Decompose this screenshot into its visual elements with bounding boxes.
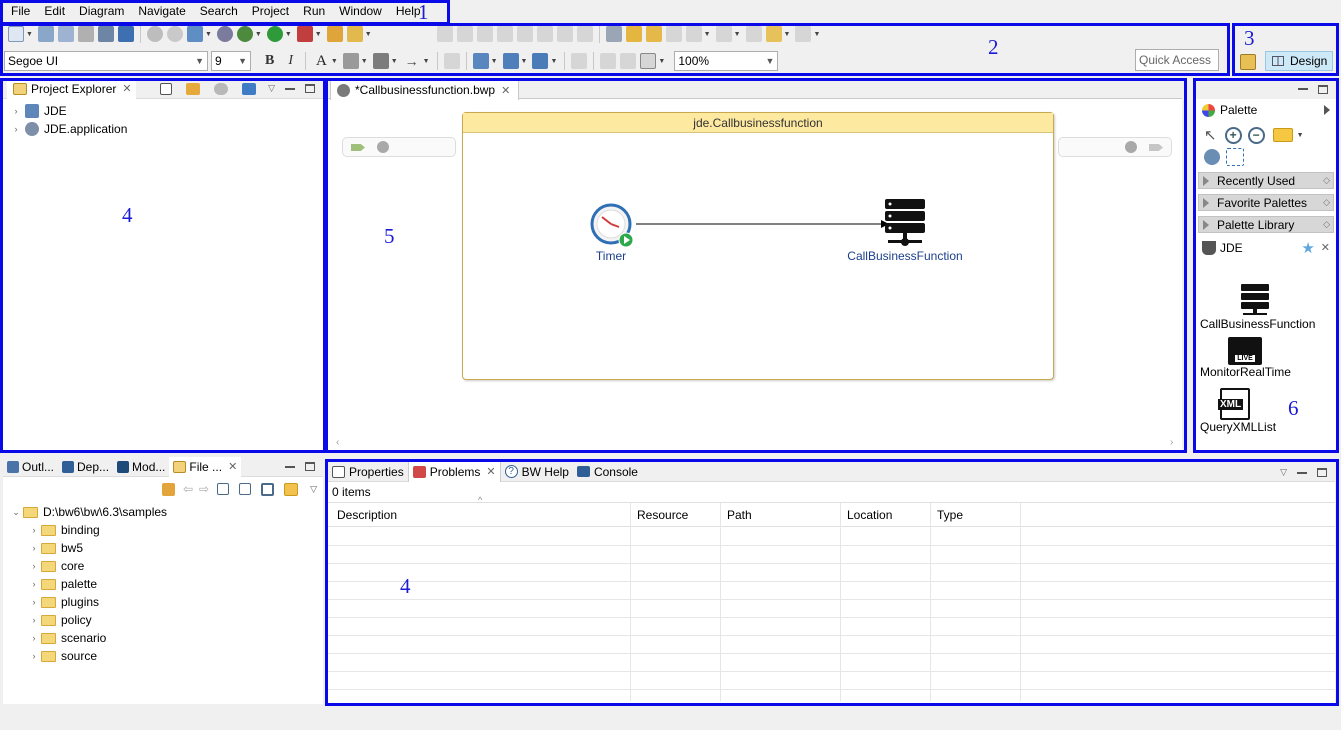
chevron-right-icon[interactable]: › xyxy=(27,615,41,625)
chevron-right-icon[interactable]: › xyxy=(27,579,41,589)
annotation-label: 2 xyxy=(988,35,999,59)
folder-icon xyxy=(41,542,56,554)
annotation-label: 6 xyxy=(1288,396,1299,420)
file-explorer-toolbar: ⇦ ⇨ ▽ xyxy=(3,477,323,501)
folder-icon xyxy=(41,632,56,644)
open-folder-icon[interactable] xyxy=(284,482,299,496)
modules-icon xyxy=(117,460,130,473)
file-tree: ⌄ D:\bw6\bw\6.3\samples › binding › bw5 › c… xyxy=(3,501,323,665)
tab-label: Mod... xyxy=(132,459,166,474)
chevron-right-icon[interactable]: › xyxy=(27,633,41,643)
tree-folder[interactable]: › plugins xyxy=(9,593,323,611)
tree-folder[interactable]: › scenario xyxy=(9,629,323,647)
view-menu-icon[interactable]: ▽ xyxy=(310,484,317,495)
annotation-box-menubar xyxy=(0,0,450,25)
tab-modules[interactable]: Mod... xyxy=(113,457,169,477)
root-path: D:\bw6\bw\6.3\samples xyxy=(43,505,168,519)
tree-folder[interactable]: › policy xyxy=(9,611,323,629)
annotation-box-bottom xyxy=(325,459,1339,706)
sync-icon[interactable] xyxy=(161,482,175,496)
back-arrow-icon[interactable]: ⇦ xyxy=(183,482,193,496)
folder-label: bw5 xyxy=(61,541,84,555)
folder-icon xyxy=(41,596,56,608)
dependencies-icon xyxy=(62,460,75,473)
folder-label: scenario xyxy=(61,631,107,645)
folder-label: policy xyxy=(61,613,92,627)
annotation-label: 4 xyxy=(400,574,411,598)
chevron-right-icon[interactable]: › xyxy=(27,525,41,535)
annotation-box-project-explorer xyxy=(0,78,326,453)
bottom-left-tabbar: Outl... Dep... Mod... File ... ✕ xyxy=(3,456,323,477)
annotation-box-palette xyxy=(1193,78,1339,453)
tree-folder[interactable]: › bw5 xyxy=(9,539,323,557)
tab-file-explorer[interactable]: File ... ✕ xyxy=(169,456,242,477)
tab-outline[interactable]: Outl... xyxy=(3,457,58,477)
close-icon[interactable]: ✕ xyxy=(228,460,237,473)
minimize-icon[interactable] xyxy=(285,465,295,468)
tab-label: File ... xyxy=(189,459,223,474)
forward-arrow-icon[interactable]: ⇨ xyxy=(199,482,209,496)
tab-dependencies[interactable]: Dep... xyxy=(58,457,113,477)
file-explorer-panel: Outl... Dep... Mod... File ... ✕ ⇦ ⇨ ▽ ⌄… xyxy=(3,456,323,704)
annotation-label: 1 xyxy=(418,0,429,24)
tree-folder[interactable]: › source xyxy=(9,647,323,665)
folder-label: source xyxy=(61,649,98,663)
chevron-right-icon[interactable]: › xyxy=(27,543,41,553)
folder-label: palette xyxy=(61,577,98,591)
tree-folder[interactable]: › palette xyxy=(9,575,323,593)
annotation-box-editor xyxy=(325,78,1187,453)
folder-icon xyxy=(41,524,56,536)
maximize-icon[interactable] xyxy=(305,462,315,471)
folder-open-icon xyxy=(23,506,38,518)
chevron-right-icon[interactable]: › xyxy=(27,561,41,571)
collapse-all-icon[interactable] xyxy=(239,483,252,495)
expand-all-icon[interactable] xyxy=(217,483,230,495)
chevron-right-icon[interactable]: › xyxy=(27,597,41,607)
folder-label: binding xyxy=(61,523,100,537)
folder-label: plugins xyxy=(61,595,100,609)
folder-icon xyxy=(173,460,187,473)
tab-label: Dep... xyxy=(77,459,110,474)
folder-icon xyxy=(41,650,56,662)
chevron-down-icon[interactable]: ⌄ xyxy=(9,507,23,518)
annotation-label: 3 xyxy=(1244,26,1255,50)
tree-folder[interactable]: › core xyxy=(9,557,323,575)
folder-icon xyxy=(41,578,56,590)
tree-folder[interactable]: › binding xyxy=(9,521,323,539)
folder-icon xyxy=(41,560,56,572)
annotation-label: 4 xyxy=(122,203,133,227)
folder-icon xyxy=(41,614,56,626)
chevron-right-icon[interactable]: › xyxy=(27,651,41,661)
folder-label: core xyxy=(61,559,85,573)
frame-icon[interactable] xyxy=(261,482,275,496)
tab-label: Outl... xyxy=(22,459,55,474)
annotation-label: 5 xyxy=(384,224,395,248)
annotation-box-toolbar xyxy=(0,23,1230,76)
tree-root[interactable]: ⌄ D:\bw6\bw\6.3\samples xyxy=(9,503,323,521)
outline-icon xyxy=(7,460,19,473)
